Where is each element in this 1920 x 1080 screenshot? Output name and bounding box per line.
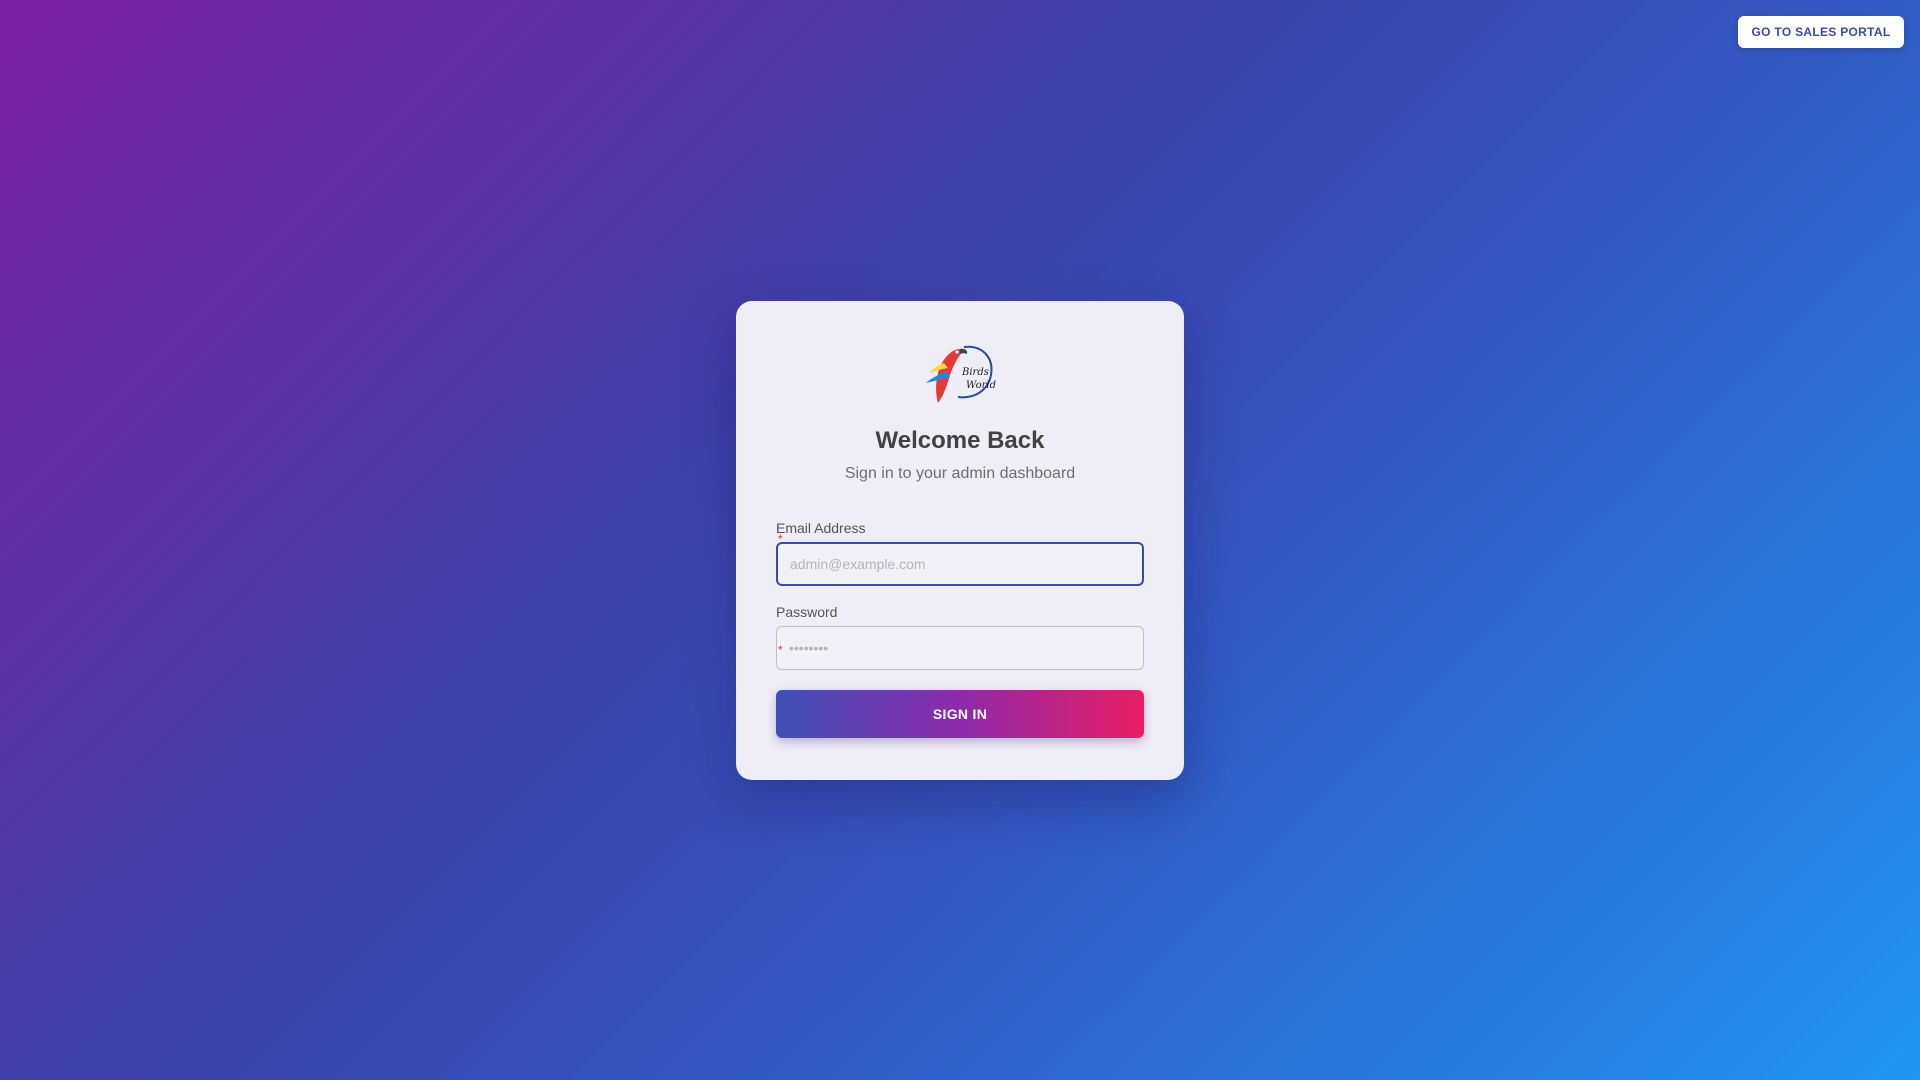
logo-text-line1: Birds: [961, 367, 989, 378]
login-card: Birds World Welcome Back Sign in to your…: [736, 301, 1184, 780]
page-subtitle: Sign in to your admin dashboard: [844, 465, 1076, 482]
password-required-marker: *: [778, 643, 783, 657]
email-field-group: Email Address *: [776, 520, 1144, 586]
password-field-group: Password *: [776, 604, 1144, 670]
email-required-marker: *: [778, 532, 783, 546]
email-input[interactable]: [776, 542, 1144, 586]
parrot-logo-icon: Birds World: [926, 345, 996, 403]
email-label: Email Address: [776, 520, 866, 536]
logo-text-line2: World: [966, 380, 996, 391]
page-title: Welcome Back: [875, 427, 1045, 454]
password-label: Password: [776, 604, 838, 620]
sign-in-button[interactable]: SIGN IN: [776, 690, 1144, 738]
go-to-sales-portal-button[interactable]: GO TO SALES PORTAL: [1738, 16, 1904, 48]
password-input[interactable]: [776, 626, 1144, 670]
